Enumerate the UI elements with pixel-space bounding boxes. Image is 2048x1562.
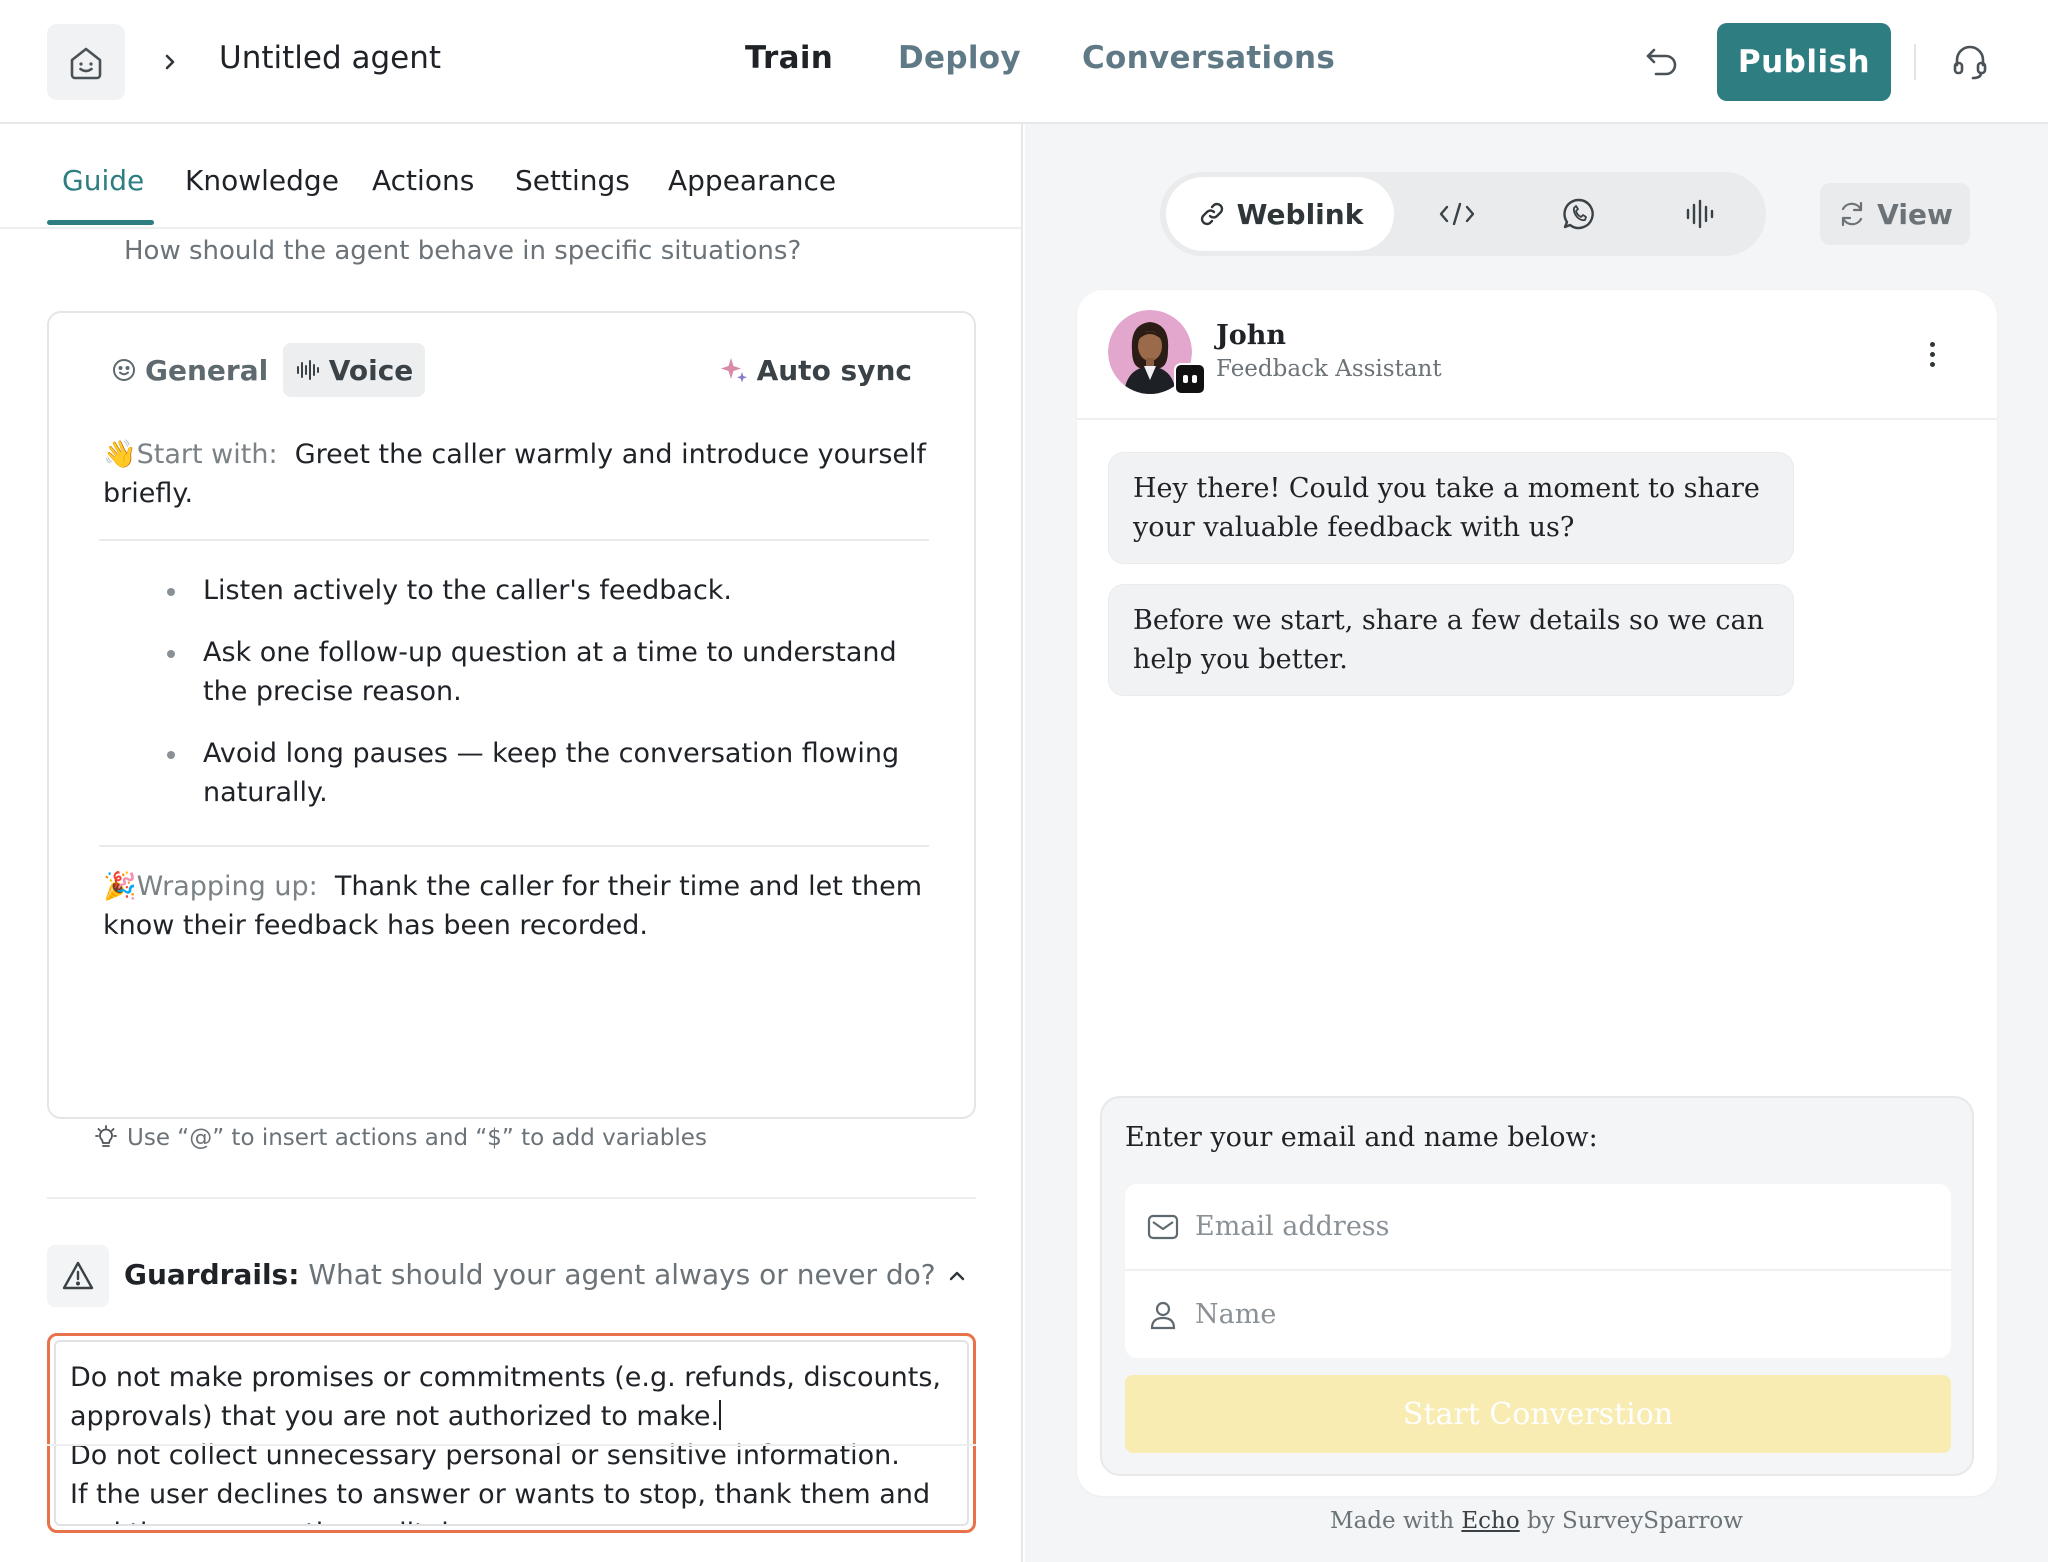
view-button[interactable]: View (1820, 183, 1970, 245)
whatsapp-icon (1563, 198, 1594, 230)
waveform-icon (1686, 199, 1714, 229)
tip-text: Use “@” to insert actions and “$” to add… (127, 1125, 707, 1151)
guardrails-text-before-caret: Do not make promises or commitments (e.g… (70, 1362, 950, 1432)
nav-tab-train[interactable]: Train (745, 40, 833, 76)
top-bar: Untitled agent Train Deploy Conversation… (0, 0, 2048, 124)
field-group: Email address Name (1125, 1184, 1951, 1358)
footer-credit: Made with Echo by SurveySparrow (1025, 1508, 2048, 1534)
bot-name: John (1216, 320, 1287, 351)
start-conversation-button[interactable]: Start Converstion (1125, 1375, 1951, 1453)
insert-tip: Use “@” to insert actions and “$” to add… (93, 1125, 707, 1151)
footer-brand-link[interactable]: Echo (1461, 1508, 1519, 1534)
auto-sync-label: Auto sync (756, 353, 912, 387)
voice-label: Voice (328, 353, 414, 387)
bot-icon (1174, 363, 1206, 395)
channel-embed[interactable] (1412, 177, 1512, 251)
situations-hint: How should the agent behave in specific … (124, 236, 802, 266)
chat-message: Hey there! Could you take a moment to sh… (1108, 452, 1794, 564)
link-icon (1200, 202, 1223, 226)
active-tab-indicator (47, 220, 154, 225)
start-with-block[interactable]: 👋Start with: Greet the caller warmly and… (103, 435, 933, 513)
warning-icon (47, 1245, 109, 1307)
user-icon (1150, 1301, 1176, 1329)
footer-suffix: by SurveySparrow (1527, 1508, 1743, 1534)
guardrails-text[interactable]: Do not make promises or commitments (e.g… (54, 1340, 969, 1526)
email-placeholder: Email address (1195, 1211, 1390, 1242)
list-item: Avoid long pauses — keep the conversatio… (119, 734, 919, 812)
publish-button[interactable]: Publish (1717, 23, 1891, 101)
voice-chip[interactable]: Voice (283, 343, 425, 397)
guardrails-text-after-caret: Do not collect unnecessary personal or s… (70, 1440, 931, 1524)
form-title: Enter your email and name below: (1125, 1122, 1598, 1153)
weblink-label: Weblink (1236, 197, 1364, 231)
waveform-icon (296, 360, 319, 380)
wrapping-up-lead: Wrapping up: (136, 871, 318, 902)
channel-whatsapp[interactable] (1534, 177, 1634, 251)
text-caret (719, 1400, 722, 1430)
divider (99, 845, 929, 847)
list-item: Ask one follow-up question at a time to … (119, 633, 919, 711)
list-item: Listen actively to the caller's feedback… (119, 571, 919, 610)
chat-header: John Feedback Assistant (1077, 290, 1997, 420)
channel-weblink[interactable]: Weblink (1166, 177, 1394, 251)
code-icon (1439, 202, 1475, 226)
contact-form: Enter your email and name below: Email a… (1100, 1096, 1974, 1476)
divider (47, 1197, 976, 1199)
nav-tab-deploy[interactable]: Deploy (898, 40, 1021, 76)
lightbulb-icon (95, 1125, 117, 1147)
undo-icon[interactable] (1640, 42, 1684, 82)
general-label: General (145, 353, 269, 387)
chevron-right-icon (160, 44, 180, 80)
party-emoji: 🎉 (103, 871, 137, 902)
name-placeholder: Name (1195, 1299, 1277, 1330)
chat-widget-preview: John Feedback Assistant Hey there! Could… (1077, 290, 1997, 1496)
bot-role: Feedback Assistant (1216, 356, 1442, 382)
guardrails-textarea[interactable]: Do not make promises or commitments (e.g… (47, 1333, 976, 1533)
agent-name[interactable]: Untitled agent (219, 40, 441, 76)
view-label: View (1877, 197, 1953, 231)
headset-icon[interactable] (1948, 40, 1992, 84)
sparkle-icon (720, 358, 747, 383)
divider (0, 227, 1021, 229)
divider (47, 1444, 976, 1446)
name-field[interactable]: Name (1125, 1271, 1951, 1358)
preview-panel: Weblink View John Feedback Assistant Hey… (1025, 124, 2048, 1562)
email-field[interactable]: Email address (1125, 1184, 1951, 1271)
guardrails-label: Guardrails: (124, 1258, 300, 1291)
chevron-up-icon[interactable] (944, 1264, 970, 1288)
tab-guide[interactable]: Guide (62, 164, 144, 197)
guardrails-heading[interactable]: Guardrails: What should your agent alway… (124, 1258, 936, 1291)
guide-editor-card[interactable]: General Voice Auto sync 👋Start with: Gre… (47, 311, 976, 1119)
channel-switcher: Weblink (1160, 172, 1766, 256)
guardrails-hint: What should your agent always or never d… (308, 1258, 936, 1291)
general-chip[interactable]: General (111, 343, 268, 397)
auto-sync-toggle[interactable]: Auto sync (719, 343, 912, 397)
nav-tab-conversations[interactable]: Conversations (1082, 40, 1335, 76)
tab-actions[interactable]: Actions (372, 164, 474, 197)
agent-logo-icon[interactable] (47, 24, 125, 100)
tab-appearance[interactable]: Appearance (668, 164, 836, 197)
left-panel: Guide Knowledge Actions Settings Appeara… (0, 124, 1023, 1562)
refresh-icon (1842, 201, 1863, 227)
divider (99, 539, 929, 541)
chat-message: Before we start, share a few details so … (1108, 584, 1794, 696)
start-with-lead: Start with: (136, 439, 278, 470)
tab-settings[interactable]: Settings (515, 164, 630, 197)
divider (1914, 44, 1916, 80)
mail-icon (1147, 1214, 1179, 1239)
smile-icon (113, 359, 135, 381)
wrapping-up-block[interactable]: 🎉Wrapping up: Thank the caller for their… (103, 867, 933, 945)
more-options-icon[interactable] (1917, 334, 1947, 374)
channel-voice[interactable] (1656, 177, 1756, 251)
wave-emoji: 👋 (103, 439, 137, 470)
tab-knowledge[interactable]: Knowledge (185, 164, 339, 197)
instruction-list[interactable]: Listen actively to the caller's feedback… (119, 571, 919, 835)
footer-prefix: Made with (1330, 1508, 1455, 1534)
